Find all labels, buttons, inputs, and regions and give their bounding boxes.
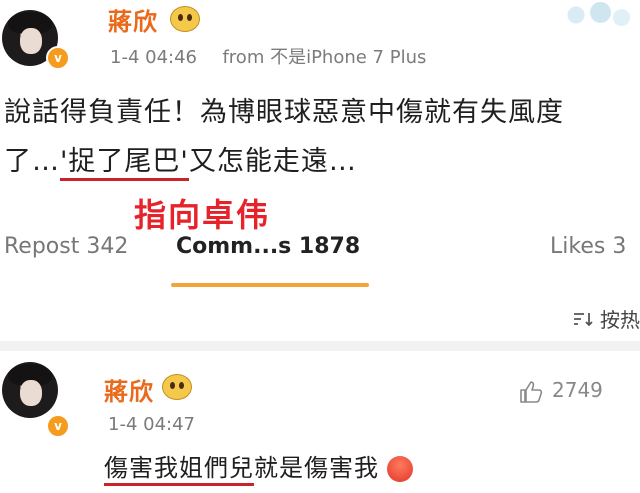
post-meta: 1-4 04:46 from 不是iPhone 7 Plus xyxy=(110,43,426,69)
tab-comments[interactable]: Comm...s 1878 xyxy=(176,234,360,259)
comment-author-name[interactable]: 蔣欣 xyxy=(104,372,154,407)
post-time: 1-4 04:46 xyxy=(110,47,197,68)
comment-grin-emoji-icon xyxy=(162,374,192,400)
like-button[interactable]: 2749 xyxy=(518,378,603,405)
decoration-bubbles xyxy=(562,2,632,28)
angry-face-icon xyxy=(387,456,413,482)
sort-control[interactable]: 按热 xyxy=(572,304,640,333)
comment-highlight: 傷害我姐們兒 xyxy=(104,454,254,486)
post-content-line2: 了…'捉了尾巴'又怎能走遠… xyxy=(4,137,639,186)
post-author-name[interactable]: 蔣欣 xyxy=(108,2,158,37)
comment-text: 傷害我姐們兒就是傷害我 xyxy=(104,448,413,486)
tab-bar: Repost 342 Comm...s 1878 Likes 3 xyxy=(0,226,640,292)
comment-verified-badge-icon: v xyxy=(46,414,70,438)
sort-label: 按热 xyxy=(600,308,640,332)
comment-avatar[interactable] xyxy=(2,362,58,418)
post-source: from 不是iPhone 7 Plus xyxy=(222,47,427,68)
thumbs-up-icon xyxy=(518,379,544,405)
like-count: 2749 xyxy=(552,378,603,402)
post-content-line1: 說話得負責任！為博眼球惡意中傷就有失風度 xyxy=(4,97,564,128)
tab-repost[interactable]: Repost 342 xyxy=(4,234,128,259)
verified-badge-icon: v xyxy=(46,46,70,70)
section-divider xyxy=(0,341,640,351)
comment-time: 1-4 04:47 xyxy=(108,414,195,435)
tab-likes[interactable]: Likes 3 xyxy=(550,234,626,259)
tab-active-indicator xyxy=(171,283,369,287)
grin-emoji-icon xyxy=(170,6,200,32)
post-highlight: '捉了尾巴' xyxy=(60,146,189,181)
sort-icon xyxy=(572,308,594,332)
post-content: 說話得負責任！為博眼球惡意中傷就有失風度 了…'捉了尾巴'又怎能走遠… xyxy=(4,88,639,186)
post-card: v 蔣欣 1-4 04:46 from 不是iPhone 7 Plus 說話得負… xyxy=(0,0,640,205)
